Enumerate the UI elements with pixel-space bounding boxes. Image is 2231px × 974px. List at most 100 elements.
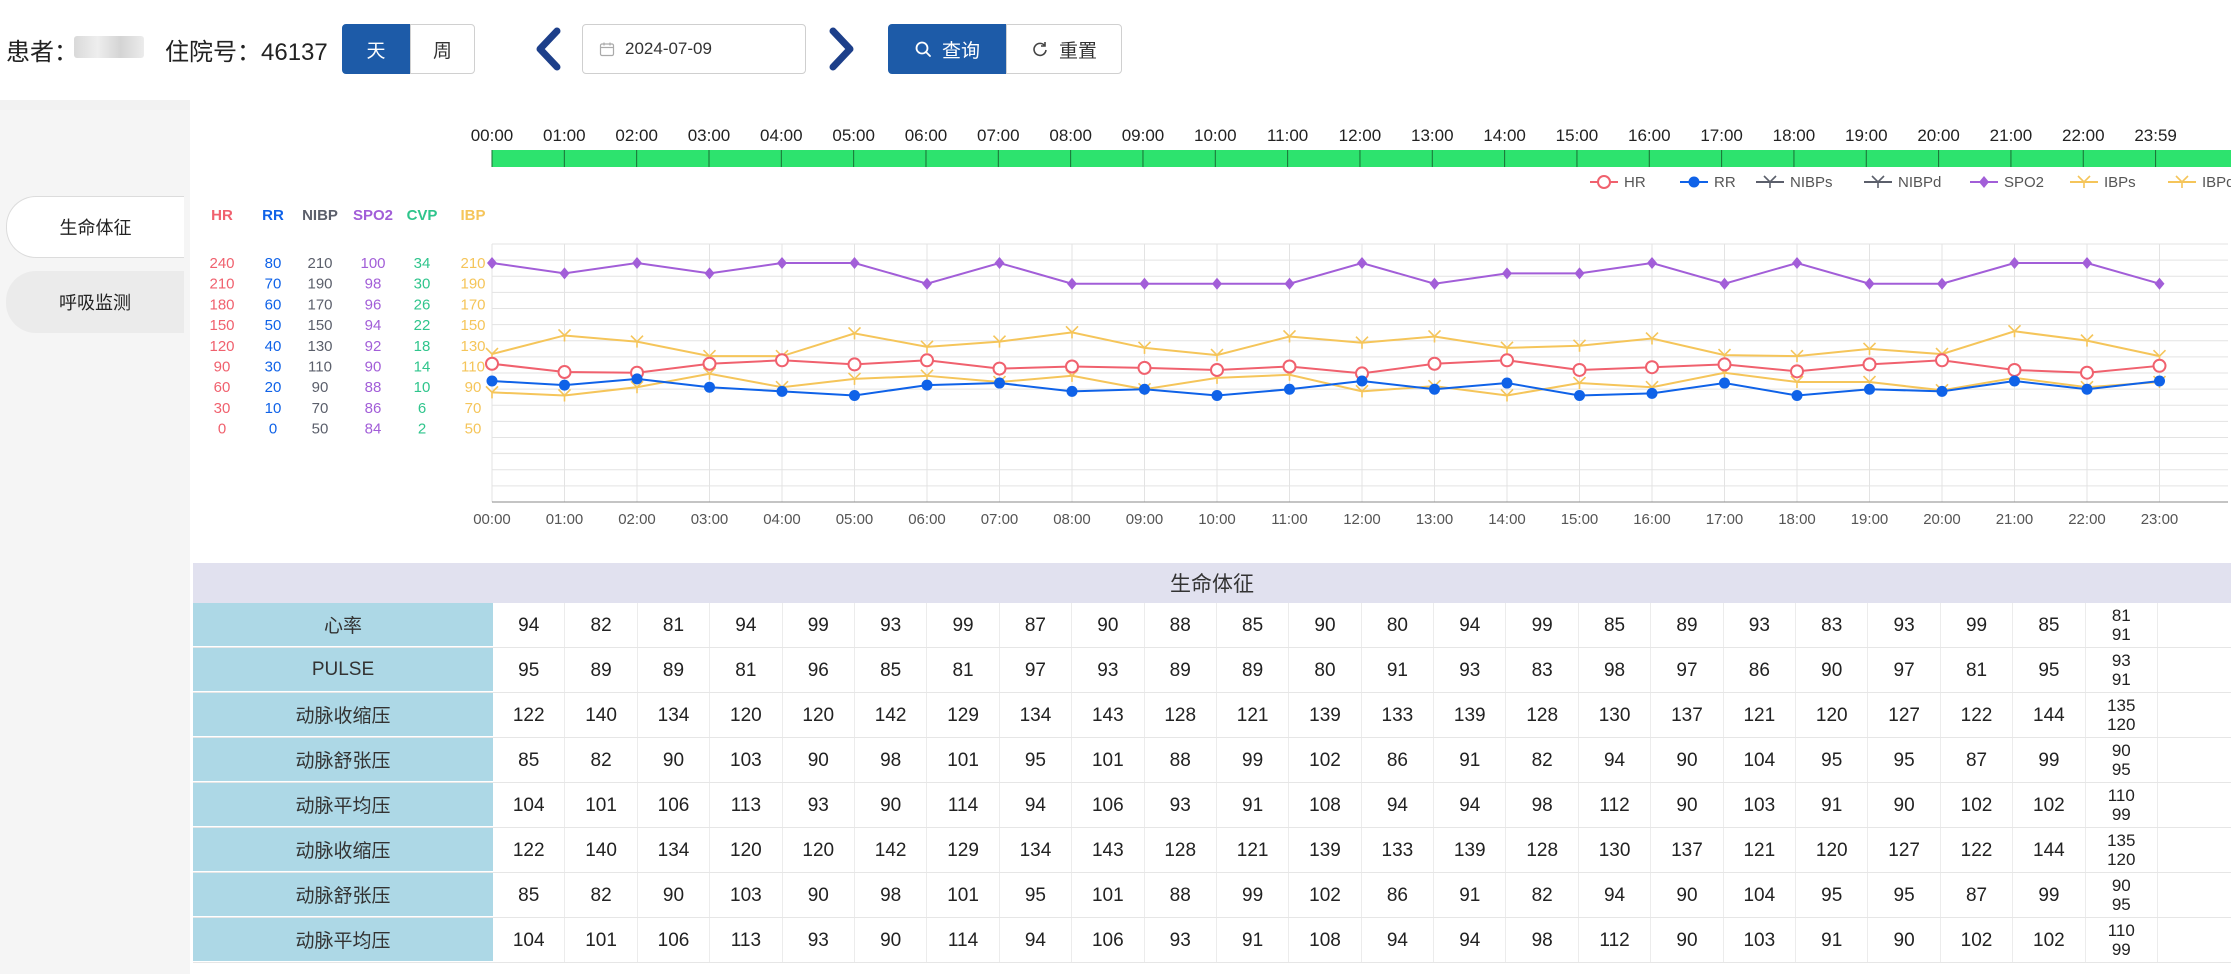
timeline-label: 18:00 bbox=[1773, 126, 1816, 145]
y-tick-label: 30 bbox=[265, 359, 282, 376]
main-panel: 00:00 01:00 02:00 03:00 04:00 05:00 06:00 07:00… bbox=[190, 110, 2231, 974]
data-point-spo2 bbox=[1574, 267, 1585, 280]
table-cell: 134 bbox=[1000, 693, 1073, 737]
x-tick-label: 04:00 bbox=[763, 511, 801, 528]
table-cell: 87 bbox=[1941, 873, 2014, 917]
data-point-spo2 bbox=[632, 257, 642, 269]
data-point-hr bbox=[992, 361, 1007, 376]
patient-name-redacted bbox=[74, 36, 144, 58]
data-point-rr bbox=[1646, 387, 1658, 399]
y-tick-label: 0 bbox=[218, 421, 226, 438]
table-cell: 89 bbox=[638, 648, 711, 692]
data-point-spo2 bbox=[559, 267, 570, 280]
data-point-spo2 bbox=[2082, 257, 2092, 269]
y-tick-label: 170 bbox=[460, 296, 485, 313]
previous-date-button[interactable] bbox=[528, 24, 568, 74]
table-cell: 90 bbox=[855, 918, 928, 962]
y-tick-label: 120 bbox=[209, 338, 234, 355]
y-tick-label: 70 bbox=[312, 400, 329, 417]
next-date-button[interactable] bbox=[822, 24, 862, 74]
table-cell: 101 bbox=[1072, 738, 1145, 782]
reset-button[interactable]: 重置 bbox=[1006, 24, 1122, 74]
stacked-value: 110 bbox=[2107, 921, 2135, 940]
data-point-spo2 bbox=[1067, 277, 1077, 290]
week-view-button[interactable]: 周 bbox=[410, 24, 475, 74]
x-tick-label: 00:00 bbox=[473, 511, 511, 528]
table-cell: 94 bbox=[1000, 918, 1073, 962]
y-tick-label: 80 bbox=[265, 255, 282, 272]
table-cell: 122 bbox=[493, 693, 566, 737]
table-cell: 122 bbox=[1941, 693, 2014, 737]
data-point-rr bbox=[2081, 383, 2093, 395]
timeline-label: 03:00 bbox=[688, 126, 731, 145]
x-tick-label: 01:00 bbox=[546, 511, 584, 528]
data-point-spo2 bbox=[704, 267, 715, 280]
y-tick-label: 70 bbox=[465, 400, 482, 417]
table-cell: 93 bbox=[1072, 648, 1145, 692]
query-button[interactable]: 查询 bbox=[888, 24, 1006, 74]
table-cell: 137 bbox=[1651, 693, 1724, 737]
axis-header: SPO2 bbox=[353, 207, 393, 224]
table-cell: 82 bbox=[565, 873, 638, 917]
row-label: 心率 bbox=[193, 603, 493, 647]
series-line-spo2 bbox=[491, 261, 2160, 285]
y-tick-label: 34 bbox=[414, 255, 431, 272]
table-cell: 93 bbox=[1145, 918, 1217, 962]
table-cell: 101 bbox=[565, 783, 638, 827]
y-tick-label: 90 bbox=[214, 359, 231, 376]
data-point-spo2 bbox=[1864, 277, 1875, 290]
day-view-button[interactable]: 天 bbox=[342, 24, 410, 74]
table-cell: 99 bbox=[1217, 738, 1290, 782]
table-cell: 98 bbox=[855, 873, 928, 917]
y-tick-label: 86 bbox=[365, 400, 382, 417]
table-cell: 104 bbox=[493, 918, 566, 962]
table-cell: 85 bbox=[493, 873, 566, 917]
y-tick-label: 60 bbox=[214, 379, 231, 396]
table-cell: 95 bbox=[1796, 873, 1869, 917]
table-cell: 134 bbox=[1000, 828, 1073, 872]
x-tick-label: 08:00 bbox=[1053, 511, 1091, 528]
y-tick-label: 94 bbox=[365, 317, 382, 334]
y-tick-label: 14 bbox=[414, 359, 431, 376]
y-tick-label: 30 bbox=[414, 276, 431, 293]
table-cell: 83 bbox=[1796, 603, 1869, 647]
table-cell: 90 bbox=[1868, 918, 1941, 962]
x-tick-label: 11:00 bbox=[1271, 511, 1307, 528]
table-cell: 82 bbox=[1506, 873, 1579, 917]
y-tick-label: 90 bbox=[312, 379, 329, 396]
row-label: 动脉平均压 bbox=[193, 783, 493, 827]
sidebar-item-vital-signs[interactable]: 生命体征 bbox=[6, 196, 184, 258]
table-cell: 95 bbox=[2013, 648, 2086, 692]
data-point-spo2 bbox=[1429, 277, 1440, 290]
y-tick-label: 190 bbox=[460, 276, 485, 293]
data-point-spo2 bbox=[849, 257, 860, 269]
timeline-label: 05:00 bbox=[832, 126, 875, 145]
data-point-rr bbox=[849, 389, 860, 401]
table-cell: 102 bbox=[1289, 873, 1362, 917]
table-cell: 129 bbox=[927, 828, 1000, 872]
table-cell: 81 bbox=[1941, 648, 2014, 692]
x-tick-label: 23:00 bbox=[2141, 511, 2179, 528]
table-cell: 94 bbox=[1434, 783, 1507, 827]
y-tick-label: 170 bbox=[307, 296, 332, 313]
stacked-value: 120 bbox=[2107, 850, 2136, 869]
x-tick-label: 13:00 bbox=[1416, 511, 1454, 528]
data-point-spo2 bbox=[2009, 257, 2020, 269]
data-point-rr bbox=[1066, 385, 1078, 397]
table-cell: 93 bbox=[1145, 783, 1217, 827]
table-cell-stacked: 90 95 bbox=[2086, 738, 2158, 782]
table-cell: 95 bbox=[1868, 738, 1941, 782]
date-picker-input[interactable]: 2024-07-09 bbox=[582, 24, 806, 74]
table-cell: 106 bbox=[1072, 783, 1145, 827]
timeline-label: 09:00 bbox=[1122, 126, 1165, 145]
table-cell: 104 bbox=[1724, 738, 1797, 782]
table-cell: 93 bbox=[783, 783, 855, 827]
series-line-ibpd bbox=[491, 371, 2160, 397]
sidebar-item-respiration[interactable]: 呼吸监测 bbox=[6, 271, 184, 333]
timeline-label: 19:00 bbox=[1845, 126, 1888, 145]
table-title: 生命体征 bbox=[193, 563, 2231, 603]
table-cell: 80 bbox=[1289, 648, 1362, 692]
data-point-hr bbox=[2007, 362, 2022, 377]
timeline-label: 07:00 bbox=[977, 126, 1020, 145]
table-cell: 95 bbox=[1796, 738, 1869, 782]
